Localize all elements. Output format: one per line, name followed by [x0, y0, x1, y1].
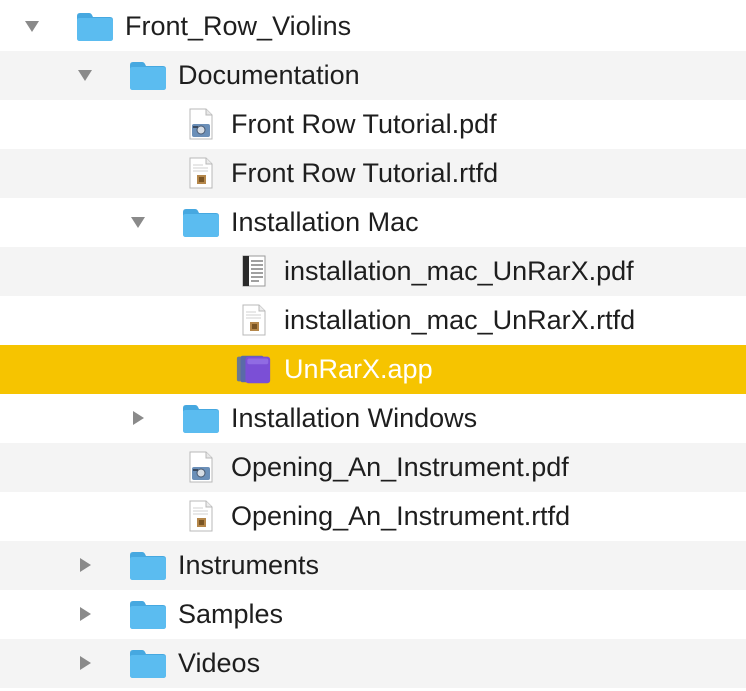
- item-label: Front Row Tutorial.rtfd: [231, 158, 499, 188]
- item-label: Samples: [178, 599, 284, 629]
- application-icon: [235, 350, 273, 388]
- item-label: Installation Mac: [231, 207, 419, 237]
- folder-row[interactable]: Documentation: [0, 51, 746, 100]
- folder-icon: [182, 203, 220, 241]
- item-label: Opening_An_Instrument.pdf: [231, 452, 569, 482]
- disclosure-expanded-icon[interactable]: [75, 65, 95, 85]
- file-row[interactable]: installation_mac_UnRarX.rtfd: [0, 296, 746, 345]
- pdf-file-icon: [182, 105, 220, 143]
- file-row[interactable]: UnRarX.app: [0, 345, 746, 394]
- folder-row[interactable]: Samples: [0, 590, 746, 639]
- folder-icon: [129, 644, 167, 682]
- folder-row[interactable]: Installation Mac: [0, 198, 746, 247]
- rtfd-file-icon: [182, 154, 220, 192]
- folder-icon: [182, 399, 220, 437]
- pdf-document-icon: [235, 252, 273, 290]
- item-label: installation_mac_UnRarX.rtfd: [284, 305, 636, 335]
- file-row[interactable]: Front Row Tutorial.rtfd: [0, 149, 746, 198]
- folder-icon: [129, 546, 167, 584]
- item-label: Opening_An_Instrument.rtfd: [231, 501, 571, 531]
- disclosure-collapsed-icon[interactable]: [75, 555, 95, 575]
- disclosure-expanded-icon[interactable]: [22, 16, 42, 36]
- item-label: Front Row Tutorial.pdf: [231, 109, 497, 139]
- disclosure-expanded-icon[interactable]: [128, 212, 148, 232]
- rtfd-file-icon: [182, 497, 220, 535]
- disclosure-collapsed-icon[interactable]: [128, 408, 148, 428]
- file-row[interactable]: installation_mac_UnRarX.pdf: [0, 247, 746, 296]
- folder-row[interactable]: Installation Windows: [0, 394, 746, 443]
- folder-icon: [129, 56, 167, 94]
- item-label: Documentation: [178, 60, 360, 90]
- folder-row[interactable]: Videos: [0, 639, 746, 688]
- folder-icon: [76, 7, 114, 45]
- file-row[interactable]: Opening_An_Instrument.pdf: [0, 443, 746, 492]
- item-label: installation_mac_UnRarX.pdf: [284, 256, 634, 286]
- folder-row[interactable]: Instruments: [0, 541, 746, 590]
- folder-icon: [129, 595, 167, 633]
- disclosure-collapsed-icon[interactable]: [75, 604, 95, 624]
- disclosure-collapsed-icon[interactable]: [75, 653, 95, 673]
- item-label: Installation Windows: [231, 403, 478, 433]
- item-label: UnRarX.app: [284, 354, 433, 384]
- rtfd-file-icon: [235, 301, 273, 339]
- pdf-file-icon: [182, 448, 220, 486]
- file-row[interactable]: Front Row Tutorial.pdf: [0, 100, 746, 149]
- folder-row[interactable]: Front_Row_Violins: [0, 2, 746, 51]
- file-tree: Front_Row_Violins Documentation Front Row …: [0, 0, 746, 691]
- item-label: Videos: [178, 648, 261, 678]
- file-row[interactable]: Opening_An_Instrument.rtfd: [0, 492, 746, 541]
- item-label: Front_Row_Violins: [125, 11, 352, 41]
- item-label: Instruments: [178, 550, 320, 580]
